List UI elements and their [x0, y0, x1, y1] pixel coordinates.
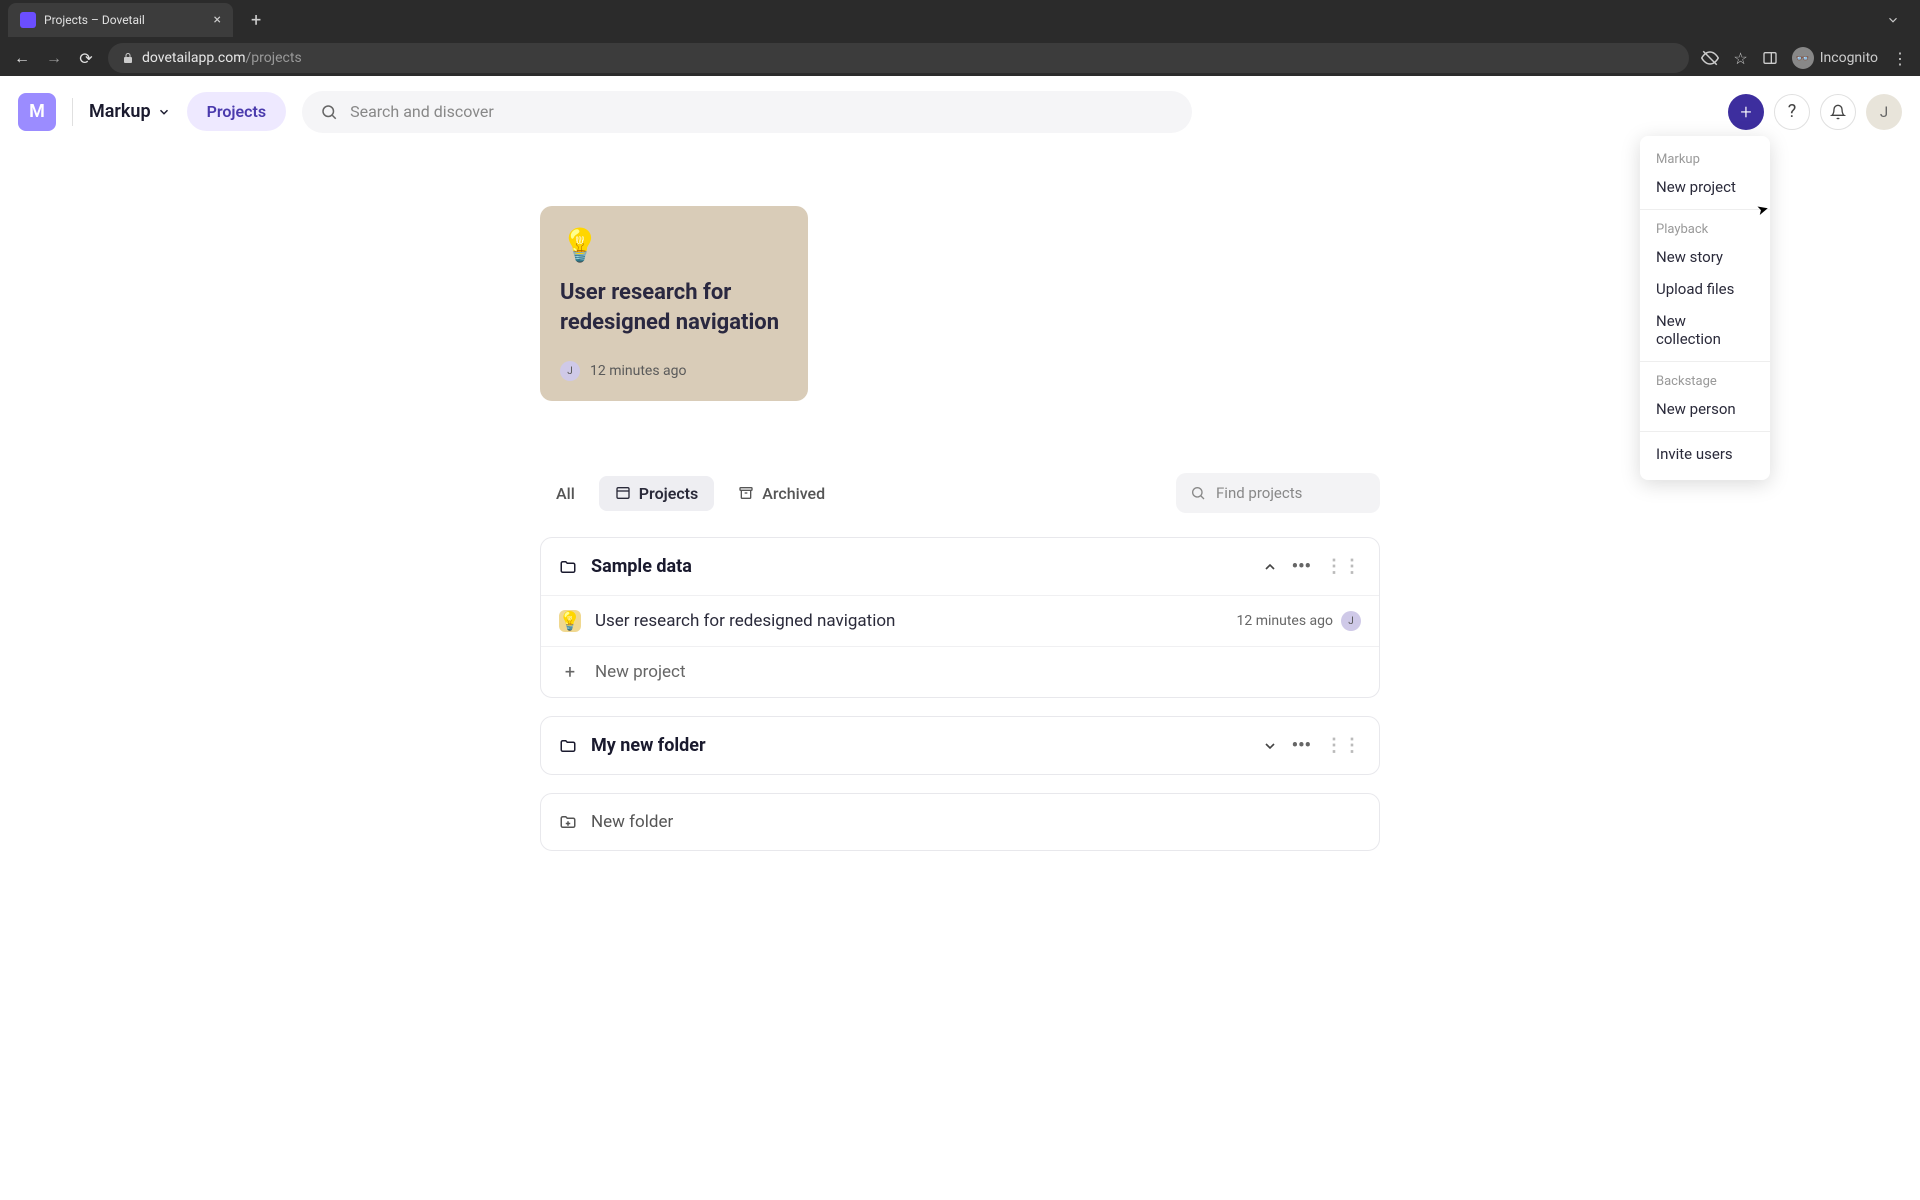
plus-icon: + [559, 661, 581, 683]
star-icon[interactable]: ☆ [1733, 49, 1747, 68]
app-header: M Markup Projects Search and discover + … [0, 76, 1920, 148]
divider [1640, 361, 1770, 362]
main-content: 💡 User research for redesigned navigatio… [540, 148, 1380, 851]
search-icon [320, 103, 338, 121]
browser-chrome: Projects – Dovetail × + ← → ⟳ dovetailap… [0, 0, 1920, 76]
filter-tab-all[interactable]: All [540, 476, 591, 511]
url-domain: dovetailapp.com [142, 50, 246, 66]
drag-handle-icon[interactable]: ⋮⋮ [1325, 556, 1361, 577]
card-timestamp: 12 minutes ago [590, 363, 687, 379]
lock-icon [122, 52, 134, 64]
panel-icon[interactable] [1762, 50, 1778, 66]
url-bar[interactable]: dovetailapp.com/projects [108, 43, 1689, 73]
dropdown-invite-users[interactable]: Invite users [1640, 438, 1770, 470]
more-icon[interactable]: ••• [1292, 735, 1311, 756]
incognito-icon: 👓 [1792, 47, 1814, 69]
eye-off-icon[interactable] [1701, 49, 1719, 67]
folder-icon [559, 737, 577, 755]
folder-my-new-folder: My new folder ••• ⋮⋮ [540, 716, 1380, 775]
divider [72, 98, 73, 126]
help-button[interactable]: ? [1774, 94, 1810, 130]
folder-icon [559, 558, 577, 576]
dropdown-new-story[interactable]: New story [1640, 241, 1770, 273]
new-folder-button[interactable]: New folder [540, 793, 1380, 851]
search-placeholder: Search and discover [350, 102, 494, 121]
folder-header[interactable]: My new folder ••• ⋮⋮ [541, 717, 1379, 774]
create-dropdown: Markup New project Playback New story Up… [1640, 136, 1770, 480]
dropdown-new-collection[interactable]: New collection [1640, 305, 1770, 355]
archive-icon [738, 485, 754, 501]
card-title: User research for redesigned navigation [560, 278, 788, 361]
new-tab-button[interactable]: + [251, 10, 261, 31]
divider [1640, 431, 1770, 432]
dropdown-upload-files[interactable]: Upload files [1640, 273, 1770, 305]
notifications-button[interactable] [1820, 94, 1856, 130]
incognito-label: Incognito [1820, 50, 1878, 66]
search-icon [1190, 485, 1206, 501]
browser-tab[interactable]: Projects – Dovetail × [8, 3, 233, 37]
project-row[interactable]: 💡 User research for redesigned navigatio… [541, 595, 1379, 646]
lightbulb-icon: 💡 [559, 610, 581, 632]
tab-title: Projects – Dovetail [44, 13, 206, 27]
filter-tab-label: Projects [639, 484, 699, 503]
dropdown-new-project[interactable]: New project [1640, 171, 1770, 203]
forward-icon[interactable]: → [44, 48, 64, 68]
dropdown-section-playback: Playback [1640, 216, 1770, 241]
url-path: /projects [246, 50, 302, 66]
drag-handle-icon[interactable]: ⋮⋮ [1325, 735, 1361, 756]
incognito-badge[interactable]: 👓 Incognito [1792, 47, 1878, 69]
folder-name: My new folder [591, 735, 706, 756]
filter-tab-archived[interactable]: Archived [722, 476, 841, 511]
project-card[interactable]: 💡 User research for redesigned navigatio… [540, 206, 808, 401]
workspace-name-label: Markup [89, 101, 151, 122]
row-timestamp: 12 minutes ago [1236, 613, 1333, 629]
new-folder-label: New folder [591, 812, 673, 832]
new-project-label: New project [595, 662, 686, 682]
project-title: User research for redesigned navigation [595, 611, 895, 631]
filter-row: All Projects Archived Find projects [540, 473, 1380, 513]
chevron-down-icon [157, 105, 171, 119]
user-avatar[interactable]: J [1866, 94, 1902, 130]
dropdown-section-markup: Markup [1640, 146, 1770, 171]
filter-tabs: All Projects Archived [540, 476, 841, 511]
folder-name: Sample data [591, 556, 692, 577]
chevron-up-icon[interactable] [1262, 559, 1278, 575]
author-avatar: J [1341, 611, 1361, 631]
projects-icon [615, 485, 631, 501]
filter-tab-label: Archived [762, 484, 825, 503]
add-button[interactable]: + [1728, 94, 1764, 130]
folder-header[interactable]: Sample data ••• ⋮⋮ [541, 538, 1379, 595]
dropdown-section-backstage: Backstage [1640, 368, 1770, 393]
more-icon[interactable]: ••• [1292, 556, 1311, 577]
filter-tab-projects[interactable]: Projects [599, 476, 715, 511]
back-icon[interactable]: ← [12, 48, 32, 68]
close-icon[interactable]: × [214, 12, 221, 28]
new-folder-icon [559, 813, 577, 831]
tab-bar: Projects – Dovetail × + [0, 0, 1920, 40]
browser-right-icons: ☆ 👓 Incognito ⋮ [1701, 47, 1908, 69]
chevron-down-icon[interactable] [1886, 13, 1900, 27]
find-projects-input[interactable]: Find projects [1176, 473, 1380, 513]
projects-nav[interactable]: Projects [187, 92, 287, 131]
header-right: + ? J [1728, 94, 1902, 130]
reload-icon[interactable]: ⟳ [76, 49, 96, 68]
dropdown-new-person[interactable]: New person [1640, 393, 1770, 425]
find-placeholder: Find projects [1216, 484, 1302, 502]
workspace-dropdown[interactable]: Markup [89, 101, 171, 122]
card-meta: J 12 minutes ago [560, 361, 788, 381]
new-project-row[interactable]: + New project [541, 646, 1379, 697]
folder-sample-data: Sample data ••• ⋮⋮ 💡 User research for r… [540, 537, 1380, 698]
chevron-down-icon[interactable] [1262, 738, 1278, 754]
url-bar-row: ← → ⟳ dovetailapp.com/projects ☆ 👓 Incog… [0, 40, 1920, 76]
favicon [20, 12, 36, 28]
workspace-avatar[interactable]: M [18, 93, 56, 131]
divider [1640, 209, 1770, 210]
lightbulb-icon: 💡 [560, 226, 788, 264]
global-search[interactable]: Search and discover [302, 91, 1192, 133]
kebab-icon[interactable]: ⋮ [1892, 49, 1908, 68]
author-avatar: J [560, 361, 580, 381]
